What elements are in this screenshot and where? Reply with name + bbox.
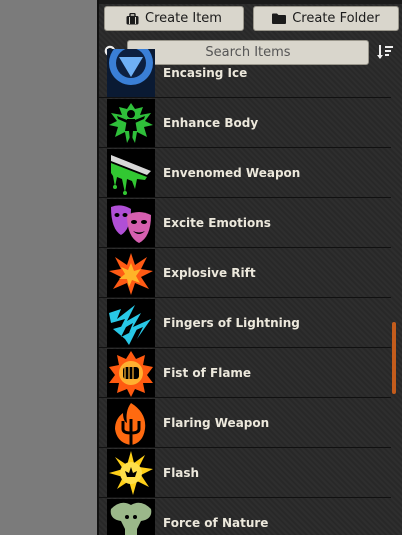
item-label: Fist of Flame [163, 366, 252, 380]
list-item[interactable]: Excite Emotions [99, 198, 391, 248]
folder-icon [272, 13, 287, 24]
create-item-label: Create Item [145, 11, 222, 26]
flame-fist-icon [107, 349, 155, 397]
list-item[interactable]: Enhance Body [99, 98, 391, 148]
create-item-button[interactable]: Create Item [104, 6, 244, 31]
item-label: Excite Emotions [163, 216, 271, 230]
list-item[interactable]: Force of Nature [99, 498, 391, 535]
list-item[interactable]: Flash [99, 448, 391, 498]
list-item[interactable]: Fist of Flame [99, 348, 391, 398]
item-label: Fingers of Lightning [163, 316, 300, 330]
masks-icon [107, 199, 155, 247]
item-label: Envenomed Weapon [163, 166, 301, 180]
item-label: Enhance Body [163, 116, 259, 130]
list-item[interactable]: Fingers of Lightning [99, 298, 391, 348]
list-item[interactable]: Encasing Ice [99, 48, 391, 98]
briefcase-icon [126, 12, 139, 25]
list-item[interactable]: Flaring Weapon [99, 398, 391, 448]
poison-blade-icon [107, 149, 155, 197]
item-label: Explosive Rift [163, 266, 256, 280]
ice-icon [107, 49, 155, 97]
list-item[interactable]: Envenomed Weapon [99, 148, 391, 198]
item-label: Encasing Ice [163, 66, 248, 80]
item-directory-sidebar: Create Item Create Folder Search Items E… [97, 0, 402, 535]
explosion-icon [107, 249, 155, 297]
create-folder-button[interactable]: Create Folder [253, 6, 399, 31]
create-folder-label: Create Folder [292, 11, 380, 26]
top-strip [99, 0, 402, 4]
list-item[interactable]: Explosive Rift [99, 248, 391, 298]
flaming-trident-icon [107, 399, 155, 447]
body-aura-icon [107, 99, 155, 147]
tree-icon [107, 499, 155, 535]
flash-icon [107, 449, 155, 497]
item-label: Flash [163, 466, 200, 480]
item-label: Flaring Weapon [163, 416, 270, 430]
lightning-icon [107, 299, 155, 347]
item-label: Force of Nature [163, 516, 269, 530]
scrollbar-thumb[interactable] [392, 322, 396, 394]
